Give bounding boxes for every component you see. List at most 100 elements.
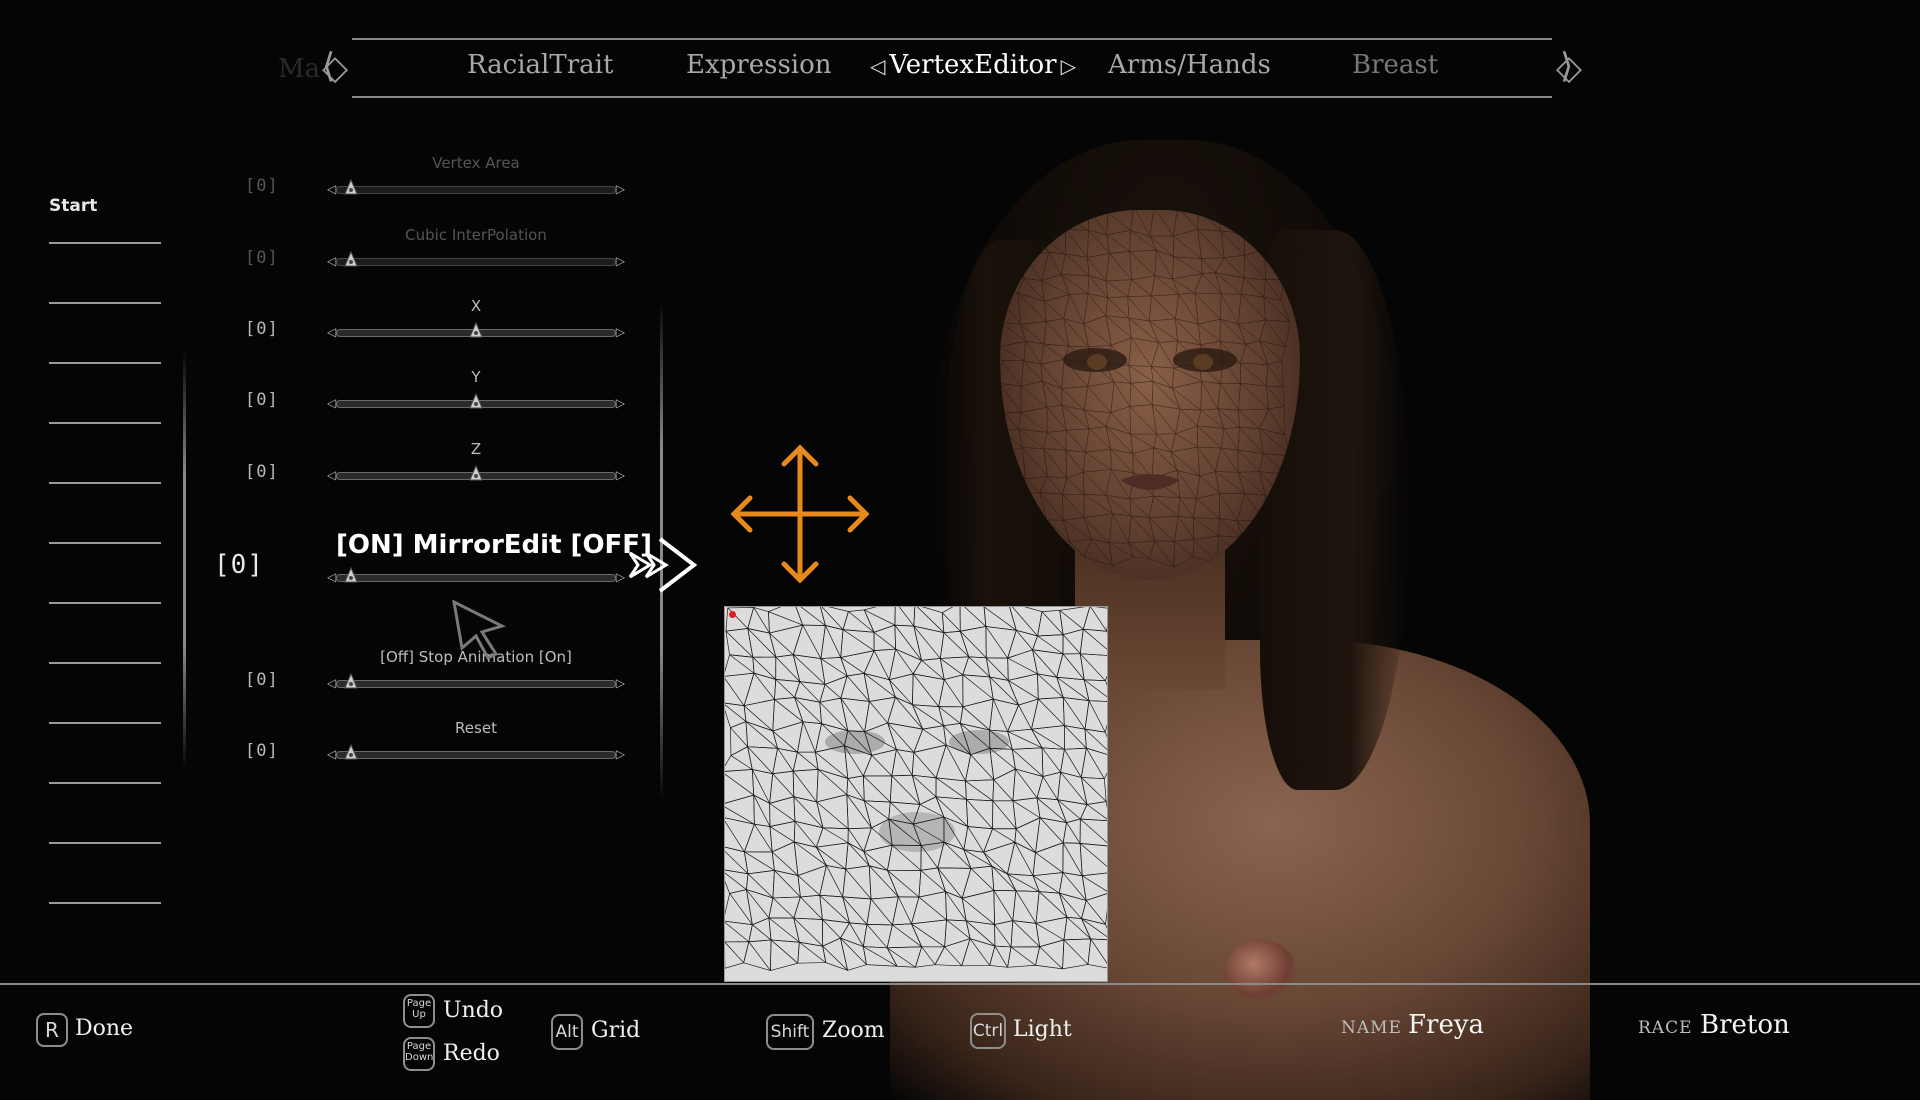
done-button[interactable]: Done (75, 1016, 133, 1041)
tab-expression[interactable]: Expression (686, 50, 832, 80)
slider-track[interactable]: ◁ ▷ (327, 567, 625, 584)
tab-prev-arrow-icon[interactable]: ⟨ (322, 46, 335, 86)
slider-right-end-icon: ▷ (615, 182, 625, 196)
slider-value: [0] (245, 176, 279, 196)
slider-value: [0] (245, 390, 279, 410)
tab-next-arrow-icon[interactable]: ⟩ (1560, 46, 1573, 86)
uv-marker (729, 611, 736, 618)
light-button[interactable]: Light (1013, 1017, 1072, 1042)
slider-thumb[interactable] (469, 322, 483, 340)
slider-label: [ON] MirrorEdit [OFF] (336, 530, 652, 560)
slider-thumb[interactable] (469, 465, 483, 483)
race-value[interactable]: Breton (1700, 1010, 1790, 1040)
slider-track[interactable]: ◁ ▷ (327, 465, 625, 482)
tab-label: Arms/Hands (1108, 50, 1271, 80)
tab-arms-hands[interactable]: Arms/Hands (1108, 50, 1271, 80)
slider-track[interactable]: ◁ ▷ (327, 179, 625, 196)
slider-right-end-icon: ▷ (615, 468, 625, 482)
slider-row[interactable]: [0] [ON] MirrorEdit [OFF] ◁ ▷ (0, 530, 700, 590)
slider-track[interactable]: ◁ ▷ (327, 322, 625, 339)
key-alt: Alt (551, 1014, 583, 1050)
slider-thumb[interactable] (344, 251, 358, 269)
slider-value: [0] (245, 248, 279, 268)
slider-left-end-icon: ◁ (327, 570, 337, 584)
tab-active-left-arrow-icon: ◁ (870, 54, 886, 78)
race-label: RACE (1638, 1018, 1693, 1038)
slider-row[interactable]: [0] Reset ◁ ▷ (0, 719, 700, 769)
slider-label: Cubic InterPolation (405, 226, 547, 244)
slider-label: X (470, 297, 482, 315)
slider-right-end-icon: ▷ (615, 396, 625, 410)
tab-label: Breast (1352, 50, 1439, 80)
uv-wireframe-panel[interactable] (724, 606, 1108, 982)
zoom-button[interactable]: Zoom (822, 1018, 885, 1043)
slider-right-end-icon: ▷ (615, 254, 625, 268)
slider-left-end-icon: ◁ (327, 396, 337, 410)
slider-value: [0] (214, 550, 264, 580)
slider-row[interactable]: [0] Cubic InterPolation ◁ ▷ (0, 226, 700, 276)
key-ctrl: Ctrl (970, 1013, 1006, 1049)
slider-thumb[interactable] (469, 393, 483, 411)
slider-thumb[interactable] (344, 744, 358, 762)
character-detail (1226, 940, 1296, 1000)
tab-active-right-arrow-icon: ▷ (1060, 54, 1076, 78)
left-menu-line[interactable] (49, 782, 161, 784)
slider-left-end-icon: ◁ (327, 468, 337, 482)
move-gizmo-icon[interactable] (726, 440, 874, 588)
slider-left-end-icon: ◁ (327, 747, 337, 761)
left-menu-line[interactable] (49, 842, 161, 844)
slider-right-end-icon: ▷ (615, 747, 625, 761)
name-label: NAME (1341, 1018, 1402, 1038)
key-page-up: Page Up (403, 994, 435, 1028)
slider-track[interactable]: ◁ ▷ (327, 744, 625, 761)
left-menu-line[interactable] (49, 422, 161, 424)
slider-value: [0] (245, 670, 279, 690)
slider-row[interactable]: [0] Vertex Area ◁ ▷ (0, 154, 700, 204)
tab-vertexeditor[interactable]: ◁ VertexEditor ▷ (866, 50, 1080, 80)
tab-label: Expression (686, 50, 832, 80)
undo-button[interactable]: Undo (443, 998, 503, 1023)
left-menu-line[interactable] (49, 902, 161, 904)
slider-row[interactable]: [0] Z ◁ ▷ (0, 440, 700, 490)
slider-row[interactable]: [0] X ◁ ▷ (0, 297, 700, 347)
character-face-mesh[interactable] (1000, 210, 1300, 580)
slider-left-end-icon: ◁ (327, 325, 337, 339)
tab-label: RacialTrait (467, 50, 614, 80)
slider-track[interactable]: ◁ ▷ (327, 393, 625, 410)
slider-thumb[interactable] (344, 567, 358, 585)
selection-arrow-icon (628, 537, 698, 593)
slider-left-end-icon: ◁ (327, 182, 337, 196)
slider-label: Z (470, 440, 482, 458)
slider-value: [0] (245, 462, 279, 482)
key-page-down: Page Down (403, 1037, 435, 1071)
slider-label: Vertex Area (432, 154, 520, 172)
tab-ghost-prev: Ma (278, 54, 321, 84)
slider-thumb[interactable] (344, 673, 358, 691)
slider-row[interactable]: [0] [Off] Stop Animation [On] ◁ ▷ (0, 648, 700, 698)
key-shift: Shift (766, 1014, 814, 1050)
grid-button[interactable]: Grid (591, 1018, 640, 1043)
bottom-divider (0, 983, 1920, 985)
tab-label: VertexEditor (889, 50, 1057, 80)
slider-left-end-icon: ◁ (327, 254, 337, 268)
name-value[interactable]: Freya (1408, 1010, 1484, 1040)
slider-thumb[interactable] (344, 179, 358, 197)
slider-row[interactable]: [0] Y ◁ ▷ (0, 368, 700, 418)
slider-left-end-icon: ◁ (327, 676, 337, 690)
slider-value: [0] (245, 319, 279, 339)
redo-button[interactable]: Redo (443, 1041, 500, 1066)
mouse-cursor-icon (452, 600, 507, 660)
slider-label: Reset (455, 719, 497, 737)
tab-breast[interactable]: Breast (1352, 50, 1438, 80)
slider-right-end-icon: ▷ (615, 676, 625, 690)
slider-track[interactable]: ◁ ▷ (327, 251, 625, 268)
slider-label: Y (471, 368, 481, 386)
key-r: R (36, 1013, 68, 1047)
slider-track[interactable]: ◁ ▷ (327, 673, 625, 690)
tab-racialtrait[interactable]: RacialTrait (467, 50, 613, 80)
uv-wireframe (725, 607, 1107, 972)
left-menu-line[interactable] (49, 602, 161, 604)
slider-value: [0] (245, 741, 279, 761)
left-menu-line[interactable] (49, 362, 161, 364)
face-wireframe (1000, 210, 1292, 568)
